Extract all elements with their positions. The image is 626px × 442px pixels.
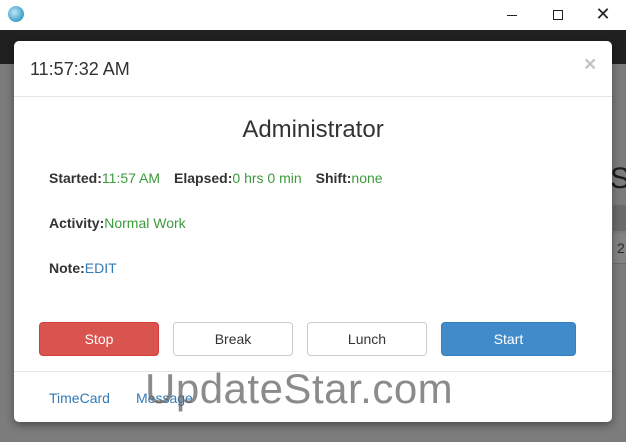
user-name: Administrator xyxy=(242,116,384,143)
break-button[interactable]: Break xyxy=(173,322,293,356)
background-table-cell: 2 xyxy=(617,240,625,256)
app-globe-icon xyxy=(8,6,24,22)
clock-modal: 11:57:32 AM × Administrator Started:11:5… xyxy=(14,41,612,422)
current-time: 11:57:32 AM xyxy=(30,59,130,79)
elapsed-label: Elapsed: xyxy=(174,170,233,186)
started-value: 11:57 AM xyxy=(101,170,161,186)
window-close-icon: ✕ xyxy=(595,4,611,25)
timecard-link[interactable]: TimeCard xyxy=(49,390,110,406)
started-label: Started: xyxy=(49,170,102,186)
background-heading: S2 xyxy=(610,162,626,195)
note-edit-link[interactable]: EDIT xyxy=(85,260,117,276)
maximize-icon xyxy=(553,10,563,20)
activity-value: Normal Work xyxy=(104,215,186,231)
minimize-icon xyxy=(507,14,517,16)
minimize-button[interactable] xyxy=(489,0,535,30)
lunch-button[interactable]: Lunch xyxy=(307,322,427,356)
note-label: Note: xyxy=(49,260,85,276)
window-close-button[interactable]: ✕ xyxy=(580,0,626,30)
message-link[interactable]: Message xyxy=(136,390,193,406)
title-bar: ✕ xyxy=(0,0,626,30)
stop-button[interactable]: Stop xyxy=(39,322,159,356)
maximize-button[interactable] xyxy=(535,0,581,30)
start-button[interactable]: Start xyxy=(441,322,576,356)
background-table-header xyxy=(613,205,626,231)
status-row: Started:11:57 AM Elapsed:0 hrs 0 min Shift… xyxy=(49,170,383,186)
activity-row: Activity:Normal Work xyxy=(49,215,186,231)
activity-label: Activity: xyxy=(49,215,105,231)
shift-value: none xyxy=(351,170,383,186)
app-window: ✕ S2 2 11:57:32 AM × Administrator Start… xyxy=(0,0,626,442)
elapsed-value: 0 hrs 0 min xyxy=(232,170,302,186)
note-row: Note:EDIT xyxy=(49,260,117,276)
modal-footer: TimeCard Message xyxy=(14,371,612,422)
shift-label: Shift: xyxy=(315,170,352,186)
close-icon[interactable]: × xyxy=(584,53,596,77)
modal-header: 11:57:32 AM × xyxy=(14,41,612,97)
